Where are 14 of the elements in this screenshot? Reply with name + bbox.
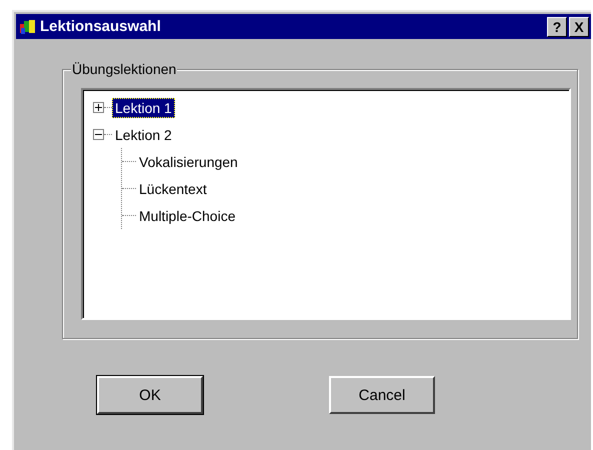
help-button[interactable]: ? — [547, 16, 567, 36]
app-icon — [19, 18, 37, 36]
tree-item[interactable]: Lückentext — [136, 178, 210, 198]
window-title: Lektionsauswahl — [40, 18, 162, 35]
close-button[interactable]: X — [569, 16, 589, 36]
tree-item[interactable]: Lektion 1 — [112, 98, 175, 118]
ok-button[interactable]: OK — [97, 376, 203, 414]
tree-item[interactable]: Lektion 2 — [112, 124, 175, 144]
expand-icon[interactable] — [93, 102, 104, 113]
group-label: Übungslektionen — [71, 61, 178, 77]
collapse-icon[interactable] — [93, 129, 104, 140]
tree-item[interactable]: Multiple-Choice — [136, 206, 238, 226]
tree-item[interactable]: Vokalisierungen — [136, 152, 241, 172]
cancel-button[interactable]: Cancel — [329, 376, 435, 414]
